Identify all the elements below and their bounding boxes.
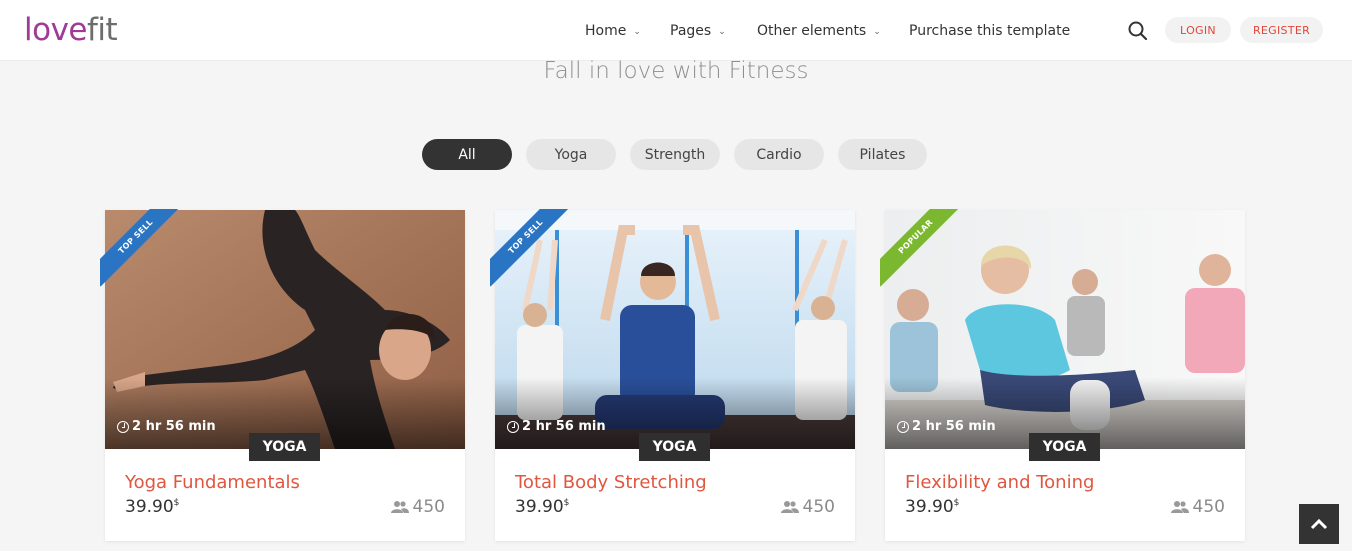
filter-cardio[interactable]: Cardio [734, 139, 824, 170]
course-duration: 2 hr 56 min [507, 419, 606, 434]
filter-all[interactable]: All [422, 139, 512, 170]
users-icon [390, 501, 409, 513]
back-to-top-button[interactable] [1299, 504, 1339, 544]
course-duration: 2 hr 56 min [117, 419, 216, 434]
duration-text: 2 hr 56 min [132, 419, 216, 434]
nav-label: Home [585, 22, 627, 39]
currency-symbol: $ [173, 498, 180, 508]
chevron-down-icon: ⌄ [718, 26, 726, 37]
users-icon [780, 501, 799, 513]
search-icon[interactable] [1127, 20, 1149, 42]
course-card: TOP SELL 2 hr 56 min YOGA Yoga Fundament… [100, 209, 465, 541]
price-value: 39.90 [515, 497, 564, 517]
course-price: 39.90$ [125, 497, 179, 517]
filter-pilates[interactable]: Pilates [838, 139, 927, 170]
nav-label: Purchase this template [909, 22, 1071, 39]
ribbon-label: POPULAR [880, 209, 960, 287]
price-value: 39.90 [905, 497, 954, 517]
nav-item-home[interactable]: Home ⌄ [585, 0, 641, 61]
course-title[interactable]: Flexibility and Toning [905, 472, 1094, 493]
login-button[interactable]: LOGIN [1165, 17, 1231, 43]
currency-symbol: $ [563, 498, 570, 508]
nav-label: Other elements [757, 22, 867, 39]
ribbon: TOP SELL [490, 209, 570, 289]
course-title[interactable]: Total Body Stretching [515, 472, 707, 493]
site-header: lovefit Home ⌄ Pages ⌄ Other elements ⌄ Pur… [0, 0, 1352, 61]
duration-text: 2 hr 56 min [522, 419, 606, 434]
clock-icon [117, 420, 129, 433]
member-count-value: 450 [802, 497, 835, 517]
logo[interactable]: lovefit [24, 11, 118, 49]
chevron-up-icon [1310, 518, 1328, 530]
price-value: 39.90 [125, 497, 174, 517]
category-tag[interactable]: YOGA [249, 433, 320, 461]
course-card: POPULAR 2 hr 56 min YOGA Flexibility and… [880, 209, 1245, 541]
logo-fit: fit [87, 12, 118, 48]
ribbon-label: TOP SELL [490, 209, 570, 287]
course-price: 39.90$ [905, 497, 959, 517]
nav-item-purchase[interactable]: Purchase this template [909, 0, 1070, 61]
category-tag[interactable]: YOGA [639, 433, 710, 461]
logo-love: love [24, 12, 88, 48]
nav-item-other-elements[interactable]: Other elements ⌄ [757, 0, 881, 61]
filter-strength[interactable]: Strength [630, 139, 720, 170]
currency-symbol: $ [953, 498, 960, 508]
ribbon-label: TOP SELL [100, 209, 180, 287]
ribbon: POPULAR [880, 209, 960, 289]
users-icon [1170, 501, 1189, 513]
filter-yoga[interactable]: Yoga [526, 139, 616, 170]
member-count: 450 [390, 497, 445, 517]
category-tag[interactable]: YOGA [1029, 433, 1100, 461]
course-card: TOP SELL 2 hr 56 min YOGA Total Body Str… [490, 209, 855, 541]
member-count-value: 450 [1192, 497, 1225, 517]
member-count: 450 [1170, 497, 1225, 517]
course-duration: 2 hr 56 min [897, 419, 996, 434]
duration-text: 2 hr 56 min [912, 419, 996, 434]
clock-icon [897, 420, 909, 433]
course-price: 39.90$ [515, 497, 569, 517]
nav-item-pages[interactable]: Pages ⌄ [670, 0, 726, 61]
register-button[interactable]: REGISTER [1240, 17, 1323, 43]
course-title[interactable]: Yoga Fundamentals [125, 472, 300, 493]
member-count-value: 450 [412, 497, 445, 517]
member-count: 450 [780, 497, 835, 517]
chevron-down-icon: ⌄ [873, 26, 881, 37]
nav-label: Pages [670, 22, 712, 39]
page-tagline: Fall in love with Fitness [543, 58, 809, 84]
ribbon: TOP SELL [100, 209, 180, 289]
clock-icon [507, 420, 519, 433]
chevron-down-icon: ⌄ [633, 26, 641, 37]
